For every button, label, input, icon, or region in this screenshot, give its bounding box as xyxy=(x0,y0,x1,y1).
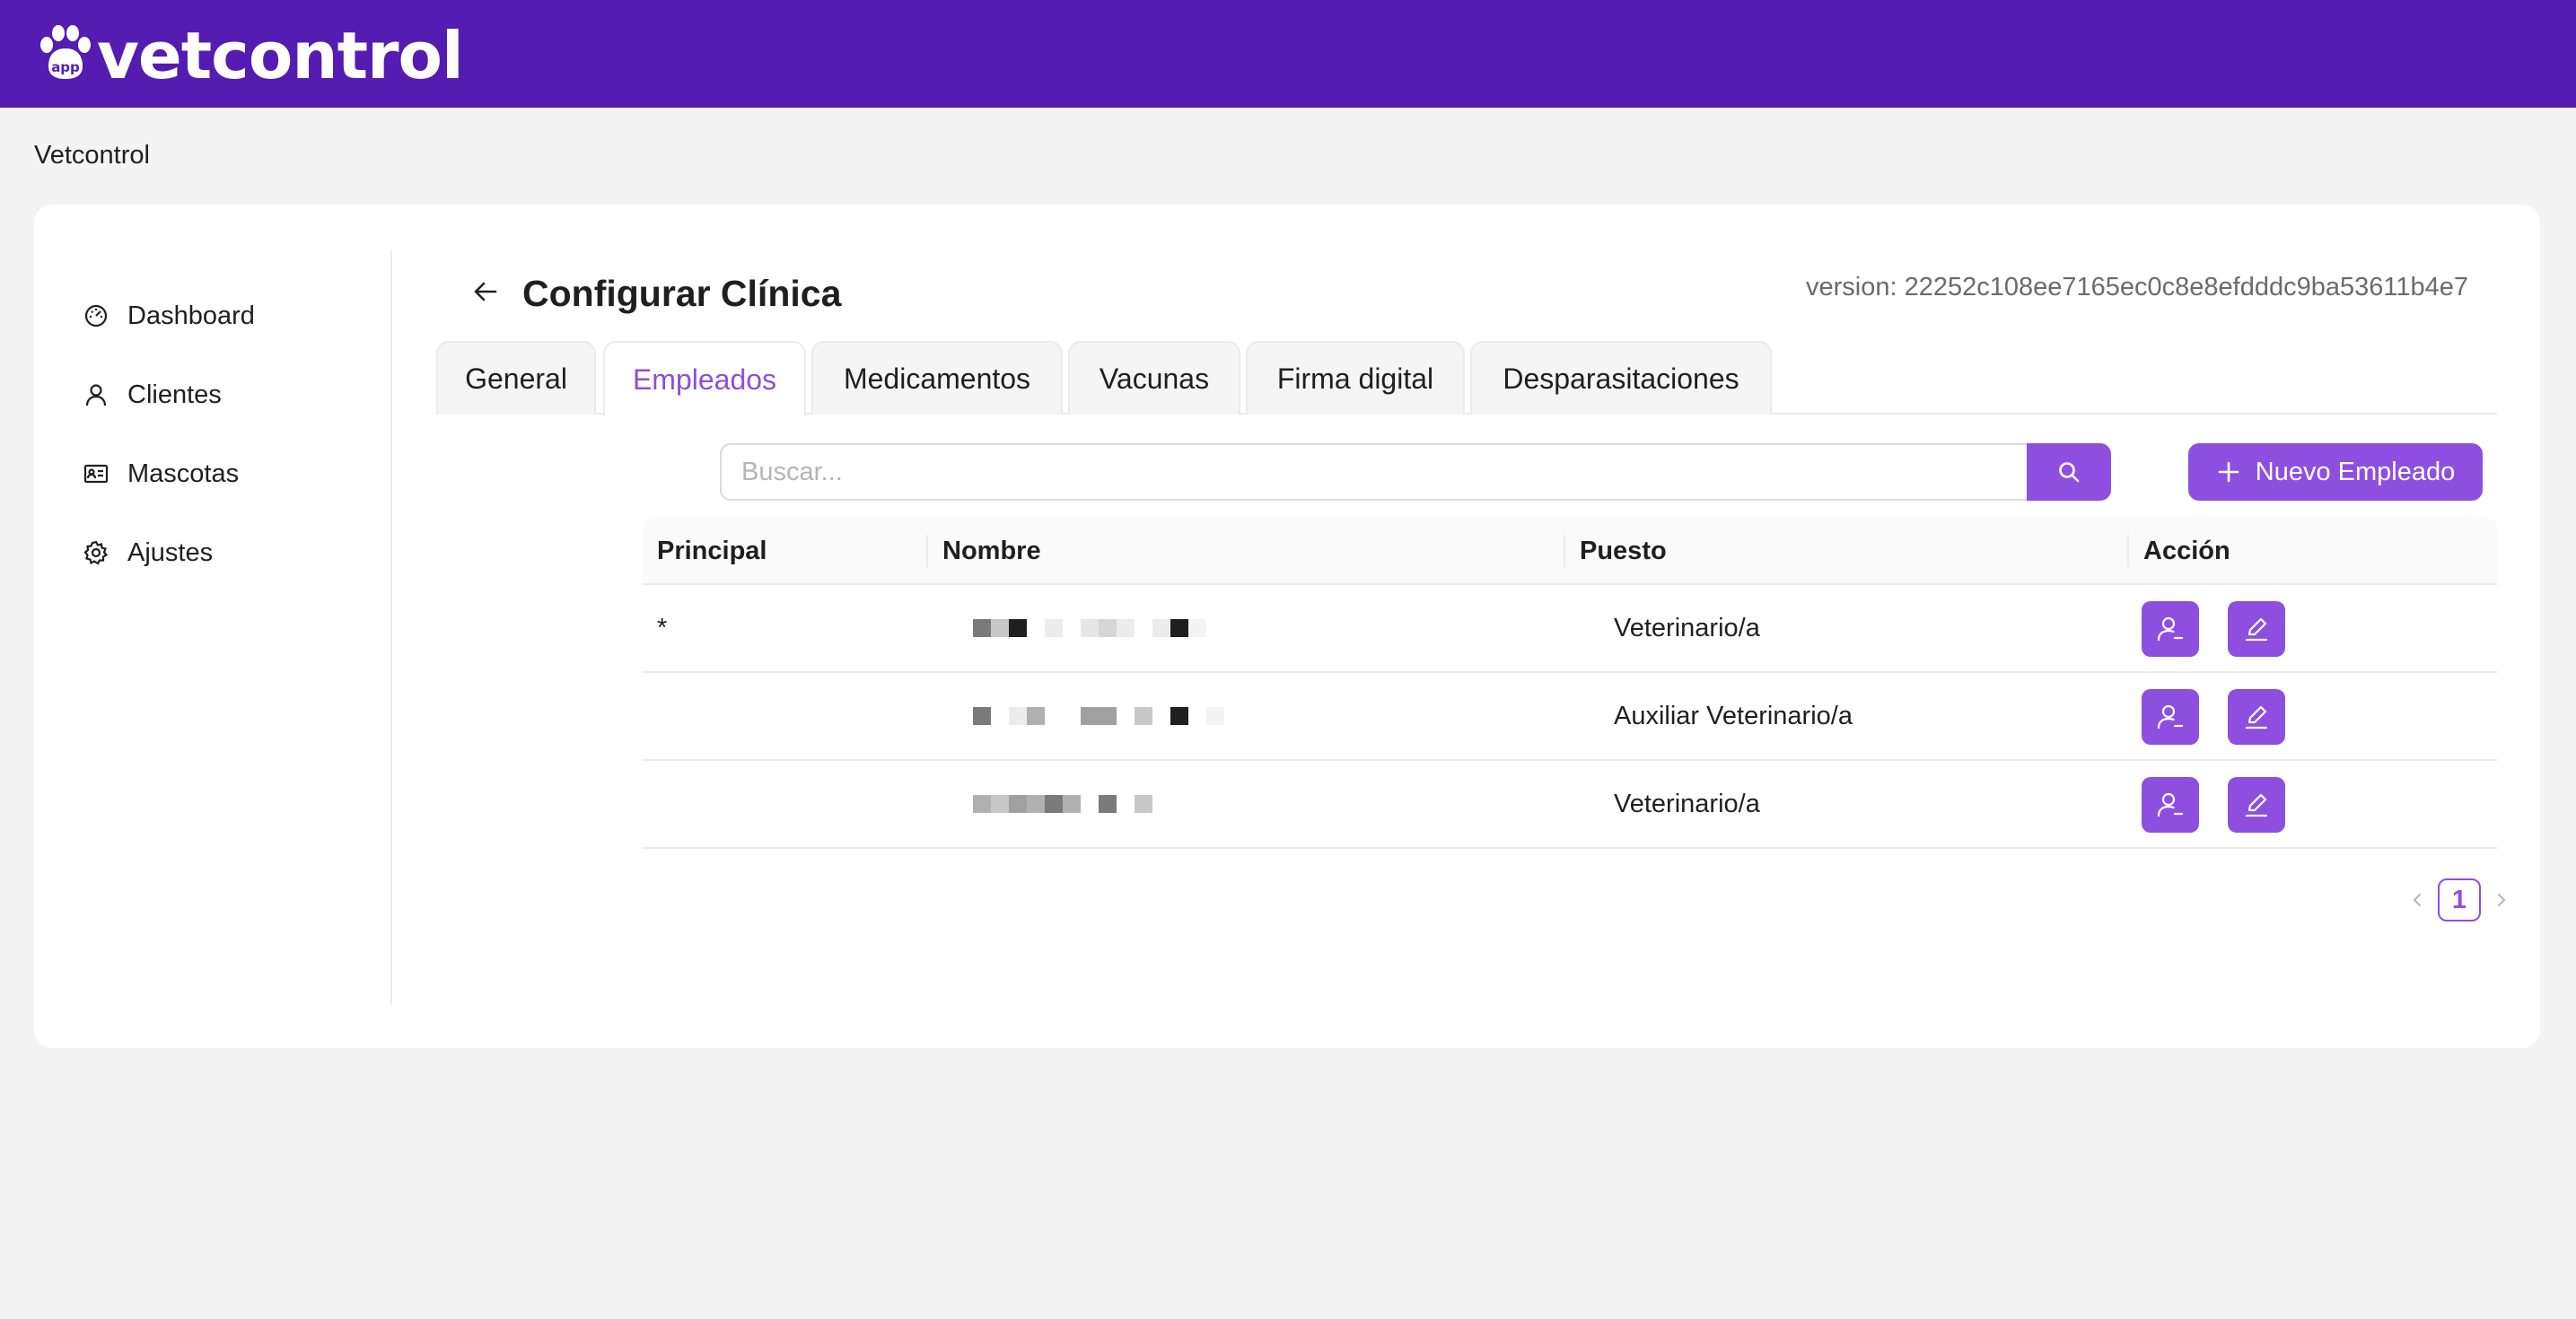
column-header-accion: Acción xyxy=(2143,536,2230,565)
column-divider xyxy=(1564,535,1565,567)
page-number-button[interactable]: 1 xyxy=(2438,878,2481,922)
logo-text: vetcontrol xyxy=(97,18,464,93)
new-employee-label: Nuevo Empleado xyxy=(2255,457,2456,486)
new-employee-button[interactable]: Nuevo Empleado xyxy=(2188,443,2483,501)
edit-pencil-icon xyxy=(2245,793,2268,817)
puesto-cell: Auxiliar Veterinario/a xyxy=(1614,701,1853,730)
sidebar: Dashboard Clientes Mascotas Ajustes xyxy=(34,249,392,1005)
tab-label: Vacunas xyxy=(1099,362,1210,395)
table-row: Auxiliar Veterinario/a xyxy=(643,673,2497,761)
search-button[interactable] xyxy=(2027,443,2111,501)
table-header: Principal Nombre Puesto Acción xyxy=(643,517,2497,585)
chevron-left-icon xyxy=(2413,894,2421,906)
employees-table: Principal Nombre Puesto Acción * Veterin… xyxy=(643,517,2497,849)
tab-general[interactable]: General xyxy=(436,341,596,415)
back-arrow-button[interactable] xyxy=(463,269,508,314)
main-card: Dashboard Clientes Mascotas Ajustes Conf… xyxy=(34,205,2540,1048)
user-icon xyxy=(83,381,110,408)
search-icon xyxy=(2059,462,2080,483)
dashboard-gauge-icon xyxy=(83,302,110,329)
tab-label: Medicamentos xyxy=(843,362,1031,395)
tab-vacunas[interactable]: Vacunas xyxy=(1068,341,1240,415)
logo-badge-text: app xyxy=(51,59,80,75)
tab-label: Empleados xyxy=(632,363,777,396)
top-header-bar: app vetcontrol xyxy=(0,0,2576,108)
version-label: version: 22252c108ee7165ec0c8e8efdddc9ba… xyxy=(1806,273,2468,301)
search-input[interactable] xyxy=(720,443,2030,501)
edit-button[interactable] xyxy=(2228,689,2285,745)
next-page-button[interactable] xyxy=(2488,887,2515,913)
search-bar xyxy=(720,443,2147,501)
redacted-name-pixels xyxy=(973,585,1206,671)
remove-user-button[interactable] xyxy=(2142,601,2199,657)
principal-cell: * xyxy=(657,613,668,642)
column-header-nombre: Nombre xyxy=(942,536,1041,565)
id-card-icon xyxy=(83,460,110,487)
page-title: Configurar Clínica xyxy=(522,273,842,314)
puesto-cell: Veterinario/a xyxy=(1614,613,1760,642)
sidebar-item-clientes[interactable]: Clientes xyxy=(83,370,222,420)
remove-user-button[interactable] xyxy=(2142,777,2199,833)
edit-pencil-icon xyxy=(2245,705,2268,729)
tab-empleados[interactable]: Empleados xyxy=(603,341,806,416)
column-header-puesto: Puesto xyxy=(1580,536,1667,565)
user-minus-icon xyxy=(2157,792,2184,817)
edit-pencil-icon xyxy=(2245,617,2268,642)
table-row: Veterinario/a xyxy=(643,761,2497,849)
site-label: Vetcontrol xyxy=(34,141,150,170)
sidebar-item-dashboard[interactable]: Dashboard xyxy=(83,291,255,341)
chevron-right-icon xyxy=(2498,894,2506,906)
sidebar-item-label: Ajustes xyxy=(127,537,214,567)
edit-button[interactable] xyxy=(2228,601,2285,657)
vetcontrol-logo[interactable]: app vetcontrol xyxy=(36,18,464,93)
tab-firma-digital[interactable]: Firma digital xyxy=(1246,341,1465,415)
prev-page-button[interactable] xyxy=(2404,887,2431,913)
plus-icon xyxy=(2218,461,2239,483)
pagination: 1 xyxy=(2404,878,2515,922)
tab-desparasitaciones[interactable]: Desparasitaciones xyxy=(1470,341,1772,415)
sidebar-item-label: Dashboard xyxy=(127,301,255,330)
user-minus-icon xyxy=(2157,704,2184,729)
paw-logo-icon: app xyxy=(36,20,93,92)
sidebar-item-label: Mascotas xyxy=(127,459,240,488)
remove-user-button[interactable] xyxy=(2142,689,2199,745)
tab-label: Desparasitaciones xyxy=(1503,362,1739,395)
table-row: * Veterinario/a xyxy=(643,585,2497,673)
user-minus-icon xyxy=(2157,616,2184,642)
sidebar-item-label: Clientes xyxy=(127,380,222,409)
column-header-principal: Principal xyxy=(657,536,767,565)
tab-medicamentos[interactable]: Medicamentos xyxy=(811,341,1063,415)
arrow-left-icon xyxy=(474,282,497,301)
column-divider xyxy=(926,535,928,567)
tab-label: Firma digital xyxy=(1276,362,1434,395)
edit-button[interactable] xyxy=(2228,777,2285,833)
redacted-name-pixels xyxy=(973,673,1224,759)
sidebar-item-mascotas[interactable]: Mascotas xyxy=(83,449,239,499)
redacted-name-pixels xyxy=(973,761,1152,847)
gear-icon xyxy=(83,539,110,566)
sidebar-item-ajustes[interactable]: Ajustes xyxy=(83,528,213,578)
puesto-cell: Veterinario/a xyxy=(1614,789,1760,818)
tab-bar: General Empleados Medicamentos Vacunas F… xyxy=(436,341,2497,416)
column-divider xyxy=(2127,535,2129,567)
tab-label: General xyxy=(465,362,567,395)
